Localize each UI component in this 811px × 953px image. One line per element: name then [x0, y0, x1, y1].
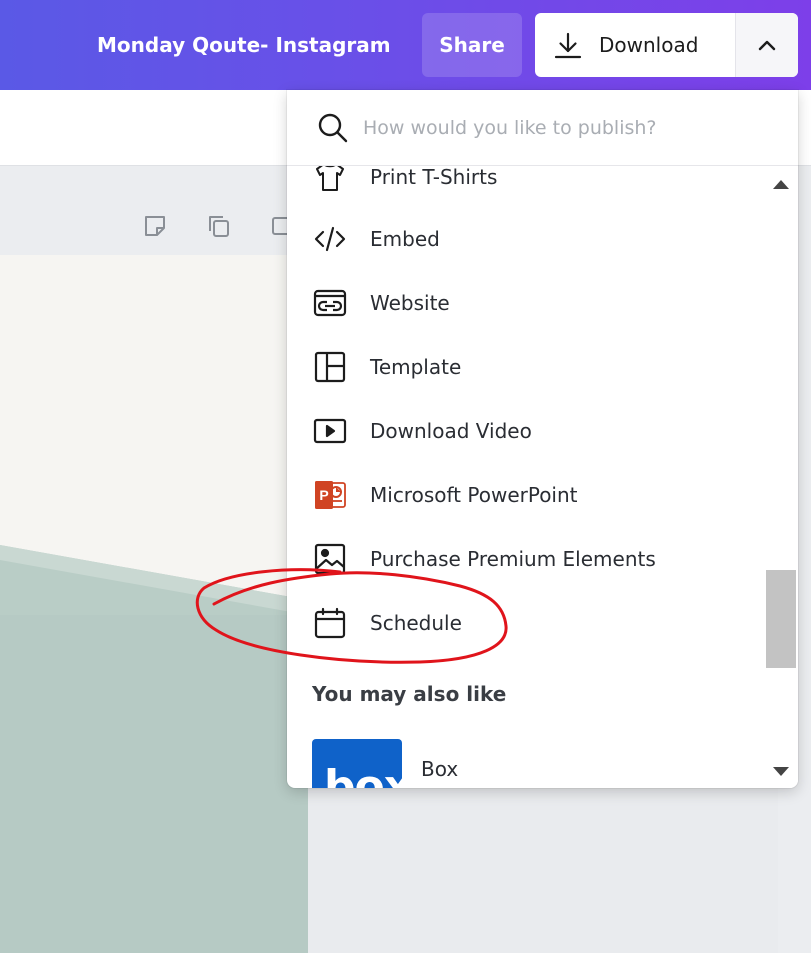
search-icon [318, 113, 348, 143]
menu-item-template[interactable]: Template [287, 336, 765, 396]
calendar-icon [314, 607, 346, 639]
tshirt-icon [316, 166, 344, 191]
suggestions-heading: You may also like [312, 682, 507, 706]
publish-search-input[interactable] [363, 110, 773, 146]
scroll-down-arrow-icon[interactable] [773, 767, 789, 776]
menu-item-purchase-premium[interactable]: Purchase Premium Elements [287, 528, 765, 588]
suggestion-label: Box [421, 757, 459, 781]
canvas-artwork [0, 255, 308, 953]
menu-item-label: Template [370, 355, 462, 379]
menu-item-print-tshirts[interactable]: Print T-Shirts [287, 166, 765, 206]
download-icon [554, 32, 582, 59]
scrollbar[interactable] [765, 166, 798, 788]
template-icon [314, 351, 346, 383]
scroll-up-arrow-icon[interactable] [773, 180, 789, 189]
menu-item-label: Download Video [370, 419, 532, 443]
box-logo-text: box [324, 761, 402, 788]
website-icon [313, 289, 347, 317]
menu-item-label: Purchase Premium Elements [370, 547, 656, 571]
menu-item-website[interactable]: Website [287, 272, 765, 332]
design-canvas[interactable] [0, 255, 308, 953]
download-menu-toggle[interactable] [735, 13, 798, 77]
menu-item-label: Microsoft PowerPoint [370, 483, 578, 507]
menu-item-label: Print T-Shirts [370, 166, 498, 189]
code-icon [314, 226, 346, 252]
menu-item-download-video[interactable]: Download Video [287, 400, 765, 460]
box-logo: box [312, 739, 402, 788]
download-button-group: Download [535, 13, 798, 77]
video-icon [313, 418, 347, 444]
powerpoint-icon: P [315, 481, 346, 509]
page-actions [0, 190, 300, 260]
publish-dropdown: Print T-Shirts Embed Website Template [287, 90, 798, 788]
menu-item-label: Website [370, 291, 450, 315]
download-button[interactable]: Download [535, 13, 735, 77]
scroll-thumb[interactable] [766, 570, 796, 668]
menu-item-label: Embed [370, 227, 440, 251]
download-label: Download [599, 33, 699, 57]
top-bar: Monday Qoute- Instagram Share Download [0, 0, 811, 90]
menu-item-powerpoint[interactable]: P Microsoft PowerPoint [287, 464, 765, 524]
publish-search [287, 90, 798, 166]
document-title[interactable]: Monday Qoute- Instagram [97, 31, 391, 59]
publish-options-list: Print T-Shirts Embed Website Template Do… [287, 166, 765, 788]
image-icon [314, 543, 346, 575]
menu-item-schedule[interactable]: Schedule [287, 592, 765, 652]
suggestion-box[interactable]: box Box [287, 739, 765, 788]
menu-item-label: Schedule [370, 611, 462, 635]
duplicate-icon[interactable] [205, 212, 233, 240]
svg-text:P: P [319, 487, 328, 503]
menu-item-embed[interactable]: Embed [287, 208, 765, 268]
note-icon[interactable] [141, 212, 169, 240]
share-button[interactable]: Share [422, 13, 522, 77]
chevron-up-icon [758, 40, 776, 51]
